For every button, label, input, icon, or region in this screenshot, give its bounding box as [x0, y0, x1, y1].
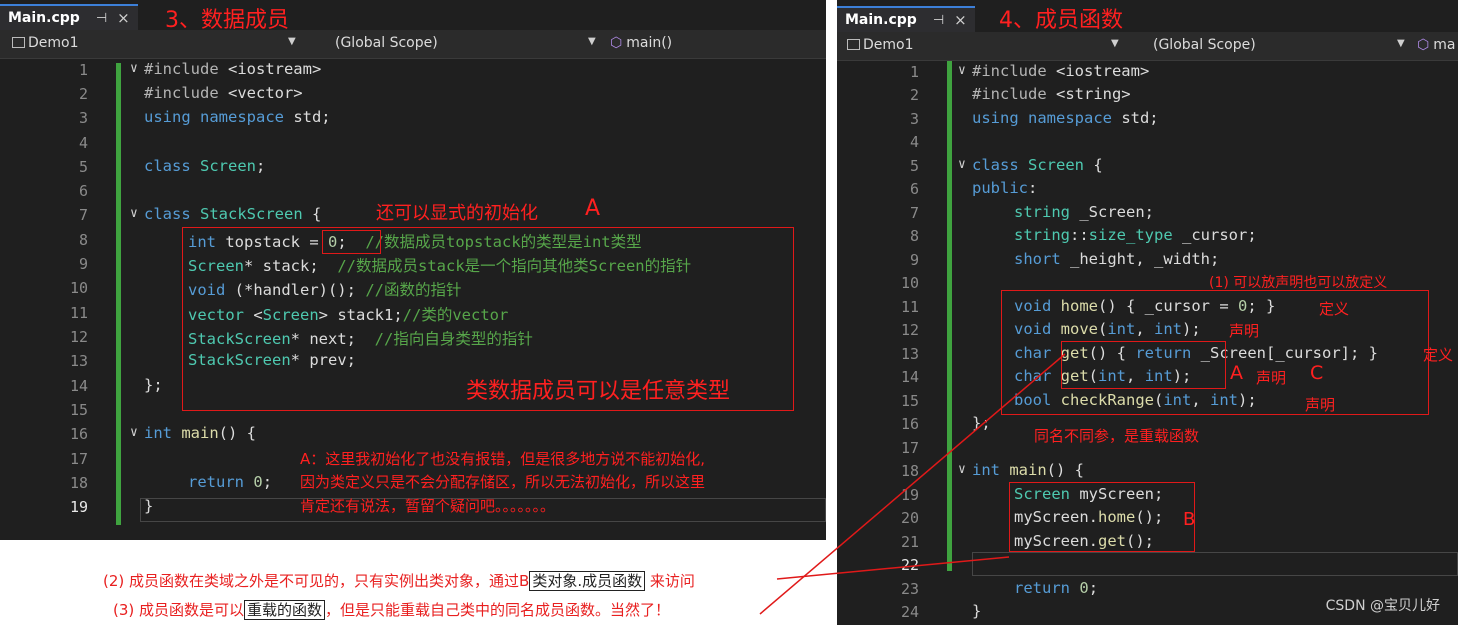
annotation-arrows — [759, 353, 1066, 615]
arrow-to-call-box — [776, 556, 1010, 580]
arrow-to-overload-box — [759, 353, 1066, 615]
